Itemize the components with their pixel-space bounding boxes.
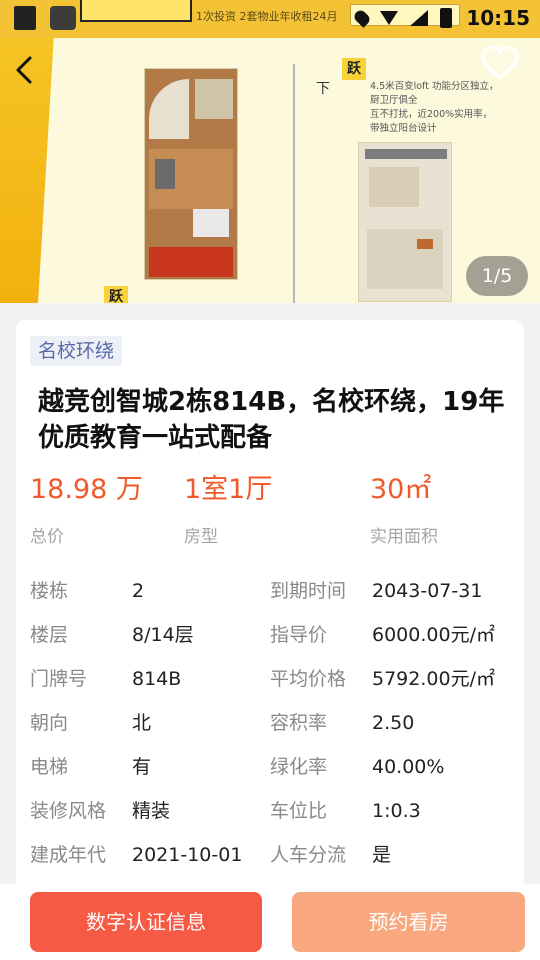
feature-tag: 名校环绕 [30, 336, 123, 366]
loft-badge: 跃 [104, 286, 128, 303]
kpi-area: 30㎡ 实用面积 [370, 472, 438, 547]
digital-certification-button[interactable]: 数字认证信息 [30, 892, 262, 952]
signal-icon [410, 10, 428, 26]
kpi-total-price: 18.98 万 总价 [30, 472, 143, 547]
detail-row: 朝向 北 容积率 2.50 [30, 712, 415, 734]
status-time: 10:15 [466, 6, 530, 30]
detail-row: 装修风格 精装 车位比 1:0.3 [30, 800, 421, 822]
location-icon [352, 8, 372, 28]
listing-title: 越竞创智城2栋814B，名校环绕，19年优质教育一站式配备 [38, 387, 505, 453]
floor-plan-lower [358, 142, 452, 302]
status-icons [332, 6, 452, 30]
battery-icon [440, 8, 452, 28]
bottom-action-bar: 数字认证信息 预约看房 [0, 884, 540, 960]
app-notification-icon [50, 6, 76, 30]
detail-row: 门牌号 814B 平均价格 5792.00元/㎡ [30, 668, 495, 690]
detail-row: 建成年代 2021-10-01 人车分流 是 [30, 844, 392, 866]
book-viewing-button[interactable]: 预约看房 [292, 892, 525, 952]
plan-notes: 4.5米百变loft 功能分区独立， 厨卫厅俱全 互不打扰，近200%实用率， … [370, 81, 499, 134]
detail-row: 楼栋 2 到期时间 2043-07-31 [30, 580, 483, 602]
favorite-button[interactable] [480, 44, 520, 82]
lower-level-mark: 下 [316, 81, 330, 97]
kpi-value: 1室1厅 [184, 474, 273, 505]
detail-row: 楼层 8/14层 指导价 6000.00元/㎡ [30, 624, 495, 646]
chevron-left-icon [16, 56, 32, 84]
kpi-label: 总价 [30, 527, 64, 547]
plan-divider [293, 64, 295, 303]
kpi-value: 30㎡ [370, 474, 432, 505]
decorative-stripe [0, 0, 56, 303]
kpi-value: 18.98 万 [30, 474, 143, 505]
kpi-layout: 1室1厅 房型 [184, 472, 272, 547]
listing-card: 名校环绕 越竞创智城2栋814B，名校环绕，19年优质教育一站式配备 18.98… [16, 320, 524, 900]
loft-badge-right: 跃 [342, 58, 366, 80]
page-indicator: 1/5 [466, 256, 528, 296]
wifi-icon [380, 11, 398, 25]
back-button[interactable] [8, 52, 44, 88]
gallery-notification-icon [14, 6, 36, 30]
kpi-label: 房型 [184, 527, 218, 547]
image-gallery[interactable]: 1次投资 2套物业年收租24月 跃 下 跃 4.5米百变loft 功能分区独立，… [0, 0, 540, 303]
heart-outline-icon [481, 45, 519, 80]
detail-row: 电梯 有 绿化率 40.00% [30, 756, 445, 778]
kpi-label: 实用面积 [370, 527, 438, 547]
floor-plan-upper [144, 68, 238, 280]
status-bar: 10:15 [0, 0, 540, 36]
